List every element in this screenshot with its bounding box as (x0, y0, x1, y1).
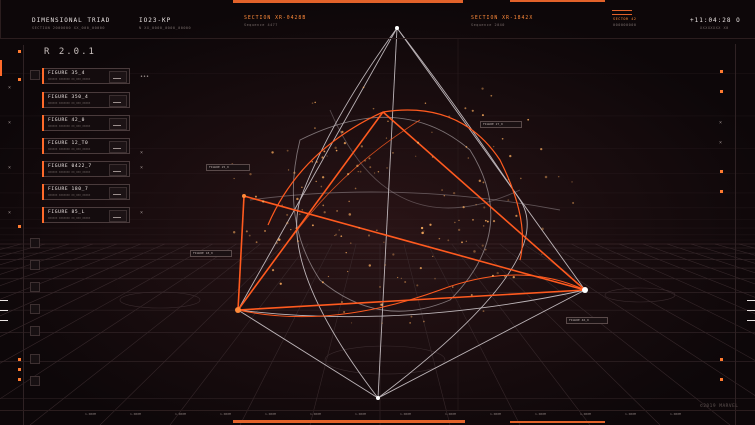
rail-button[interactable] (30, 354, 40, 364)
close-icon[interactable]: × (8, 165, 11, 171)
more-icon[interactable]: ••• (140, 74, 149, 80)
figure-item[interactable]: FIGURE 85_L XXXXXX XXXXXXX XX_XXX_XXXXX (42, 207, 130, 223)
figure-tag[interactable]: FIGURE 18_0 (190, 250, 232, 257)
header-code: IO23-KP (139, 17, 172, 24)
close-icon[interactable]: × (719, 120, 722, 126)
figure-item[interactable]: FIGURE 42_0 XXXXXX XXXXXXX XX_XXX_XXXXX (42, 115, 130, 131)
rail-button[interactable] (30, 304, 40, 314)
section-b-sub: Sequence 2040 (471, 23, 505, 27)
clock-display: +11:04:28 O (690, 17, 741, 24)
figure-item[interactable]: FIGURE 350_4 XXXXXX XXXXXXX XX_XXX_XXXXX (42, 92, 130, 108)
app-title-sub: SECTION 2000000 XX_000_00000 (32, 26, 106, 30)
header-code-sub: N XX_0000_0000_00000 (139, 26, 192, 30)
rail-button[interactable] (30, 376, 40, 386)
figure-item[interactable]: FIGURE 35_4 XXXXXX XXXXXXX XX_XXX_XXXXX (42, 68, 130, 84)
rail-button[interactable] (30, 326, 40, 336)
app-title: DIMENSIONAL TRIAD (32, 17, 111, 24)
rail-button[interactable] (30, 260, 40, 270)
copyright-text: ©2019 MARVEL (700, 404, 739, 409)
close-icon[interactable]: × (8, 85, 11, 91)
figure-tag[interactable]: FIGURE 25_0 (206, 164, 250, 171)
sector-sub: 000000000 (613, 23, 637, 27)
clock-sub: XXXXXXXX X0 (700, 26, 729, 30)
close-icon[interactable]: × (719, 140, 722, 146)
figure-item[interactable]: FIGURE 180_7 XXXXXX XXXXXXX XX_XXX_XXXXX (42, 184, 130, 200)
close-icon[interactable]: × (8, 210, 11, 216)
section-b-label: SECTION XR-1842X (471, 16, 534, 21)
figure-item[interactable]: FIGURE 12_T0 XXXXXX XXXXXXX XX_XXX_XXXXX (42, 138, 130, 154)
x-mark-icon: × (140, 165, 144, 171)
x-mark-icon: × (140, 210, 144, 216)
figure-tag[interactable]: FIGURE 46_0 (566, 317, 608, 324)
sector-label: SECTOR 42 (613, 17, 637, 21)
rail-button[interactable] (30, 70, 40, 80)
section-a-label: SECTION XR-0428B (244, 16, 307, 21)
rail-button[interactable] (30, 282, 40, 292)
x-mark-icon: × (140, 150, 144, 156)
close-icon[interactable]: × (8, 120, 11, 126)
section-a-sub: Sequence 4477 (244, 23, 278, 27)
figure-item[interactable]: FIGURE 0422_7 XXXXXX XXXXXXX XX_XXX_XXXX… (42, 161, 130, 177)
figure-tag[interactable]: FIGURE 27_0 (480, 121, 522, 128)
rail-button[interactable] (30, 238, 40, 248)
menu-icon[interactable] (612, 10, 632, 15)
panel-title: R 2.0.1 (44, 47, 96, 57)
